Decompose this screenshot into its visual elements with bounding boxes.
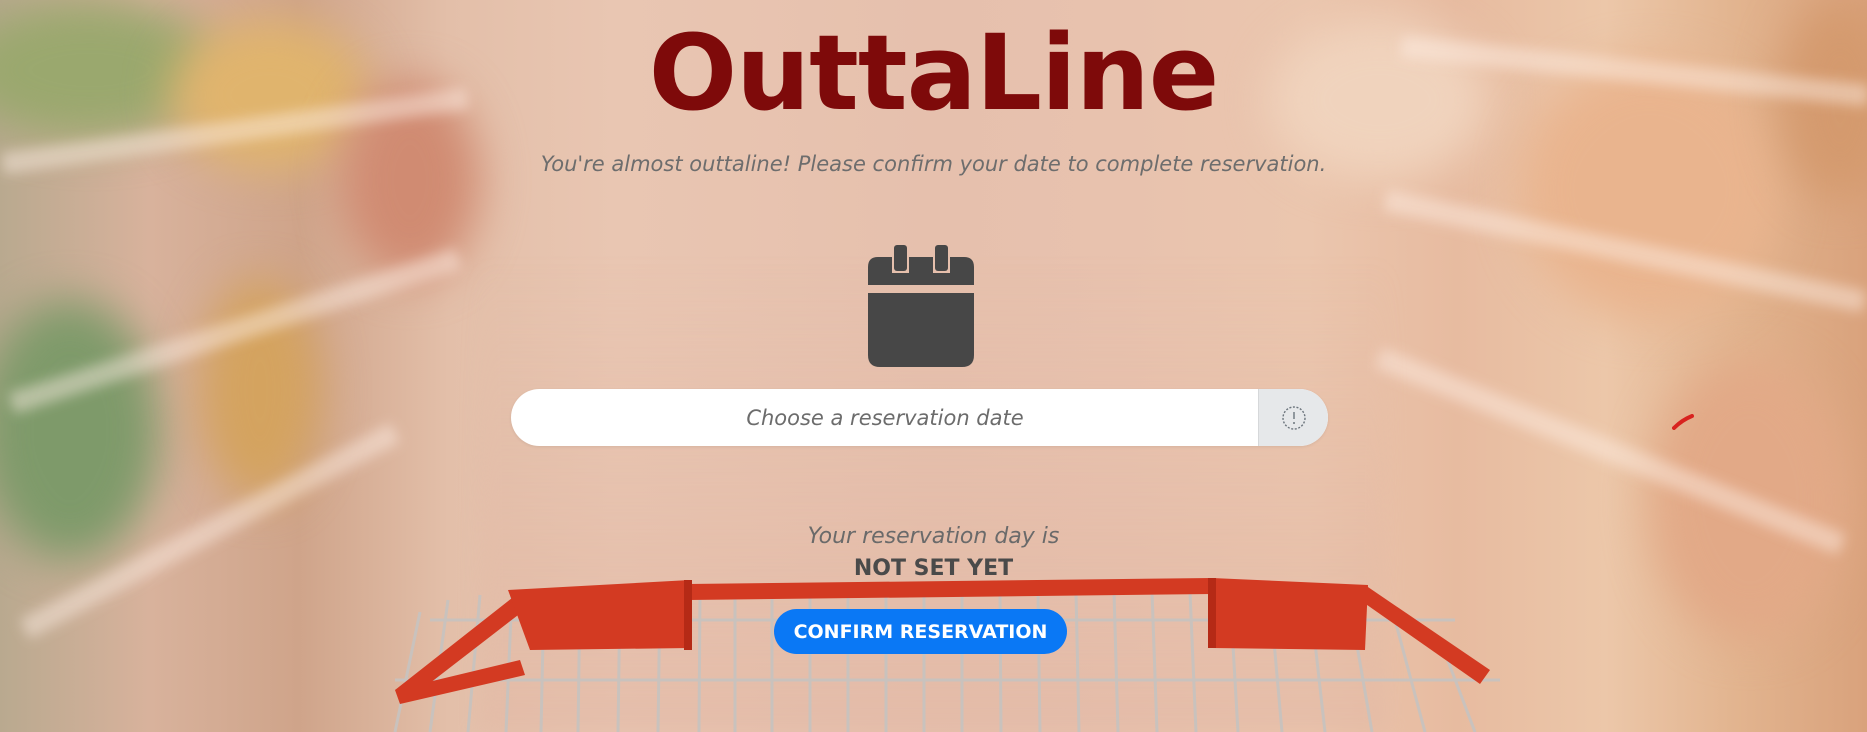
- cursor-mark: [1672, 414, 1694, 430]
- calendar-icon: [868, 245, 974, 367]
- app-logo-title: OuttaLine: [648, 12, 1220, 134]
- date-picker-toggle[interactable]: [1258, 389, 1328, 446]
- reservation-day-label: Your reservation day is: [807, 524, 1060, 549]
- reservation-day-status: NOT SET YET: [853, 556, 1014, 581]
- confirm-reservation-button[interactable]: CONFIRM RESERVATION: [774, 609, 1067, 654]
- page-subtitle: You're almost outtaline! Please confirm …: [540, 152, 1327, 176]
- reservation-date-picker[interactable]: [511, 389, 1328, 446]
- reservation-date-input[interactable]: [511, 389, 1259, 446]
- clock-icon: [1281, 405, 1306, 430]
